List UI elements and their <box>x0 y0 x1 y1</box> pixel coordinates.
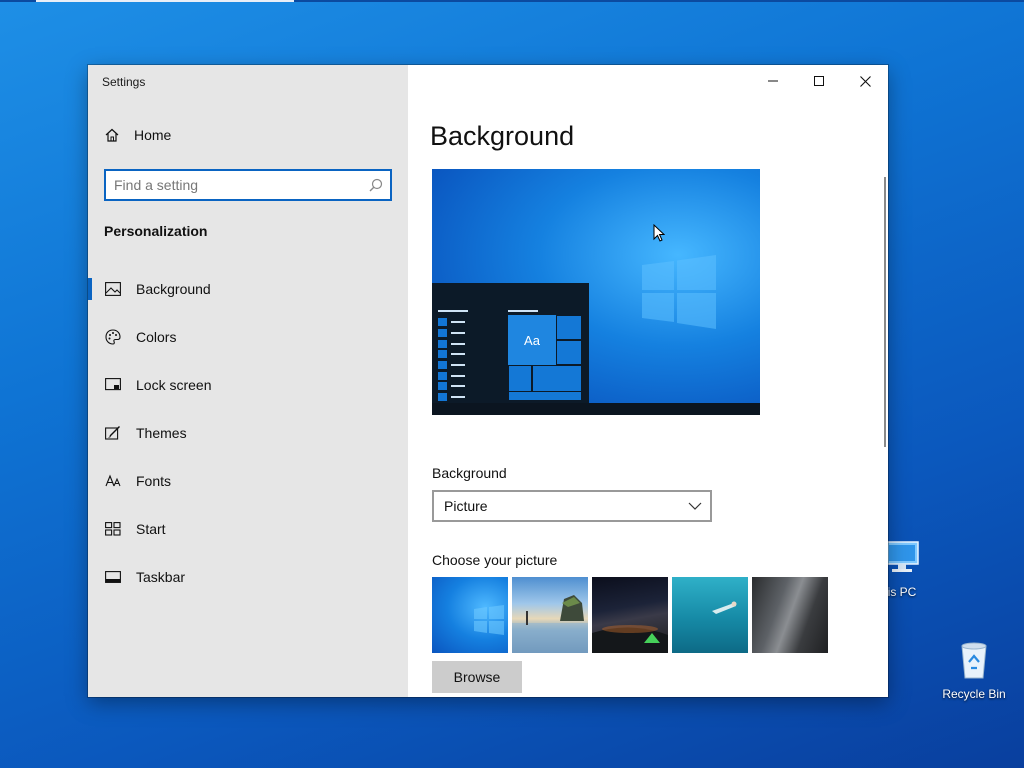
settings-window: Settings Home Personalization Backg <box>88 65 888 697</box>
sidebar-item-taskbar[interactable]: Taskbar <box>88 553 408 601</box>
sidebar-item-label: Background <box>136 281 211 297</box>
lock-screen-icon <box>105 378 121 391</box>
browse-button[interactable]: Browse <box>432 661 522 693</box>
section-title: Personalization <box>104 223 208 239</box>
preview-line <box>438 370 465 381</box>
maximize-button[interactable] <box>796 65 842 97</box>
windows-logo-icon <box>642 255 716 329</box>
preview-app-list <box>438 317 465 403</box>
close-icon <box>859 75 871 87</box>
sidebar-item-colors[interactable]: Colors <box>88 313 408 361</box>
swimmer-shape <box>712 601 737 614</box>
preview-tile <box>556 340 582 365</box>
search-icon <box>369 178 383 192</box>
preview-taskbar <box>432 403 760 415</box>
preview-line <box>438 392 465 403</box>
rock-shape <box>512 595 588 653</box>
windows-logo-icon <box>474 605 504 635</box>
main-pane: Background Aa Background Picture Choose … <box>408 65 888 697</box>
fonts-icon <box>105 474 121 487</box>
preview-tile <box>508 365 532 393</box>
background-dropdown-value: Picture <box>444 498 488 514</box>
desktop-top-edge <box>0 0 1024 2</box>
sidebar-item-start[interactable]: Start <box>88 505 408 553</box>
background-label: Background <box>432 465 507 481</box>
picture-thumb-underwater[interactable] <box>672 577 748 653</box>
picture-thumb-rock-cliff[interactable] <box>752 577 828 653</box>
minimize-icon <box>768 80 778 82</box>
sidebar-item-label: Colors <box>136 329 177 345</box>
taskbar-icon <box>105 571 121 583</box>
mouse-cursor-icon <box>653 224 665 242</box>
preview-tile-aa: Aa <box>508 315 556 365</box>
maximize-icon <box>814 76 824 86</box>
preview-tile <box>532 365 582 393</box>
preview-line <box>438 310 468 312</box>
desktop-icon-label: Recycle Bin <box>942 687 1006 701</box>
home-icon <box>105 128 119 142</box>
search-input[interactable] <box>114 177 354 193</box>
desktop-icon-recycle-bin[interactable]: Recycle Bin <box>934 638 1014 701</box>
preview-tile <box>556 315 582 340</box>
sidebar-item-fonts[interactable]: Fonts <box>88 457 408 505</box>
sidebar-item-label: Fonts <box>136 473 172 489</box>
sidebar-nav: Background Colors Lock screen Themes Fon… <box>88 265 408 601</box>
start-icon <box>105 522 121 536</box>
preview-line <box>438 360 465 371</box>
preview-line <box>438 328 465 339</box>
sidebar-item-label: Themes <box>136 425 187 441</box>
palette-icon <box>105 329 121 345</box>
sidebar-item-background[interactable]: Background <box>88 265 408 313</box>
preview-tile <box>508 391 582 401</box>
sidebar-item-label: Taskbar <box>136 569 186 585</box>
preview-line <box>438 381 465 392</box>
sidebar-item-label: Start <box>136 521 166 537</box>
window-title: Settings <box>102 75 146 89</box>
chevron-down-icon <box>688 502 702 510</box>
preview-start-menu: Aa <box>432 283 589 405</box>
picture-thumb-beach[interactable] <box>512 577 588 653</box>
page-title: Background <box>430 121 575 151</box>
top-edge-highlight <box>36 0 294 2</box>
recycle-bin-icon <box>961 642 987 679</box>
preview-line <box>438 317 465 328</box>
home-label: Home <box>134 127 172 143</box>
tent-shape <box>592 625 668 653</box>
preview-line <box>508 310 538 312</box>
background-dropdown[interactable]: Picture <box>432 490 712 522</box>
sidebar: Settings Home Personalization Backg <box>88 65 408 697</box>
preview-line <box>438 338 465 349</box>
home-link[interactable]: Home <box>104 127 171 143</box>
choose-picture-label: Choose your picture <box>432 552 558 568</box>
minimize-button[interactable] <box>750 65 796 97</box>
sidebar-item-lock-screen[interactable]: Lock screen <box>88 361 408 409</box>
picture-icon <box>105 282 121 296</box>
sidebar-item-label: Lock screen <box>136 377 212 393</box>
sidebar-item-themes[interactable]: Themes <box>88 409 408 457</box>
preview-line <box>438 349 465 360</box>
close-button[interactable] <box>842 65 888 97</box>
scrollbar[interactable] <box>884 177 886 447</box>
themes-icon <box>105 426 120 440</box>
picture-thumb-windows[interactable] <box>432 577 508 653</box>
picture-thumbnails <box>432 577 828 653</box>
picture-thumb-night-sky[interactable] <box>592 577 668 653</box>
search-box[interactable] <box>104 169 392 201</box>
background-preview: Aa <box>432 169 760 415</box>
